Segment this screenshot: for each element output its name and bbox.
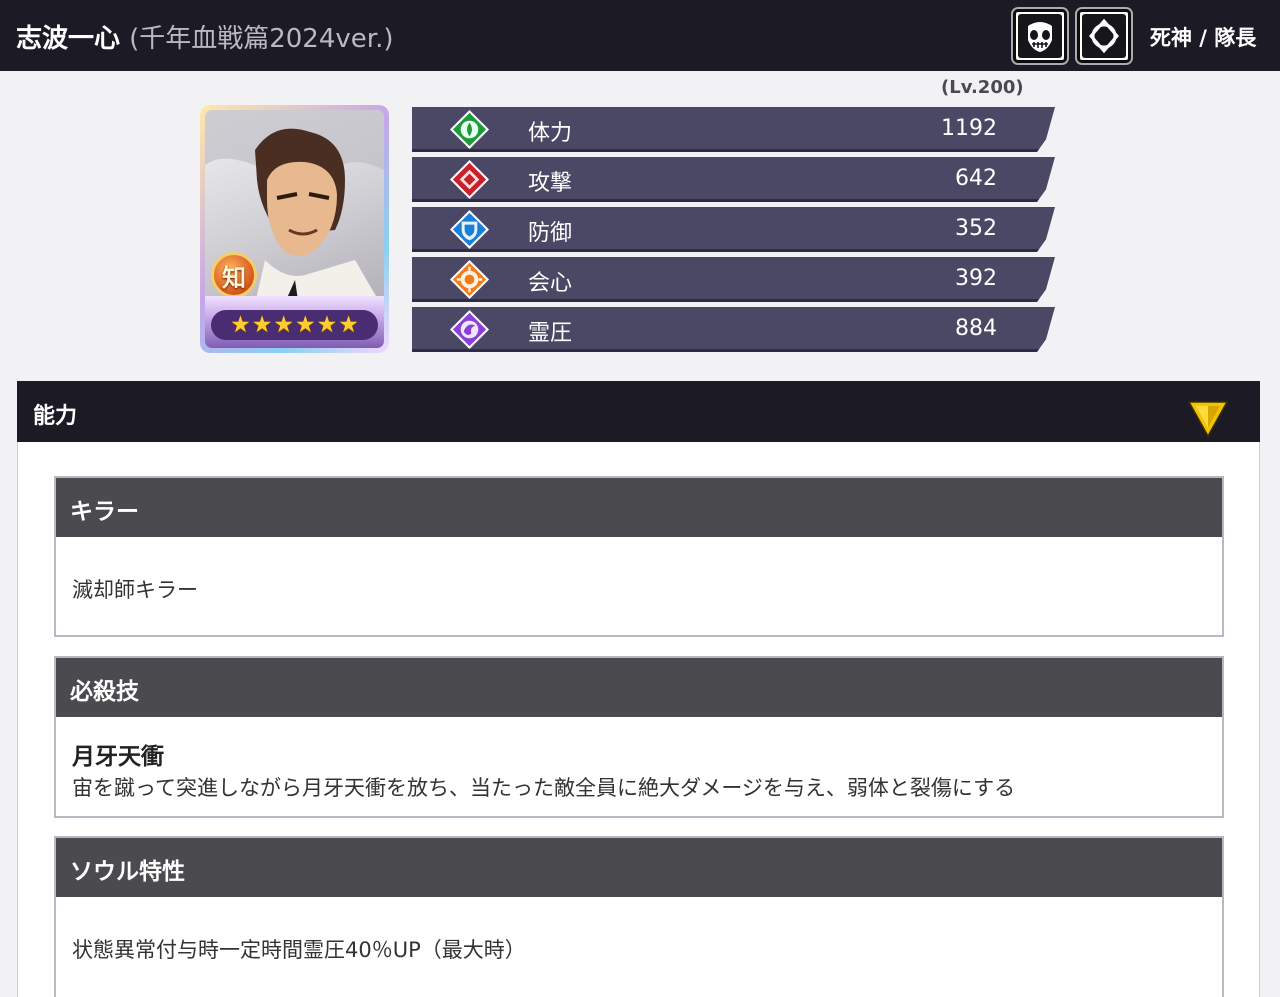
- soul-trait-card: ソウル特性 状態異常付与時一定時間霊圧40％UP（最大時）: [54, 836, 1224, 997]
- attribute-badge: 知: [211, 252, 257, 298]
- soul-ring-icon[interactable]: [1077, 9, 1131, 63]
- star-icon: ★: [251, 311, 273, 338]
- ability-section-title: 能力: [33, 404, 78, 429]
- stat-label: 攻撃: [528, 171, 573, 196]
- special-attack-heading: 必殺技: [70, 679, 139, 705]
- defense-icon: [449, 209, 490, 250]
- reiatsu-icon: [449, 309, 490, 350]
- character-portrait[interactable]: 知 ★ ★ ★ ★ ★ ★: [200, 105, 389, 353]
- special-attack-description: 宙を蹴って突進しながら月牙天衝を放ち、当たった敵全員に絶大ダメージを与え、弱体と…: [72, 776, 1016, 800]
- class-label: 死神 / 隊長: [1150, 26, 1257, 50]
- critical-icon: [449, 259, 490, 300]
- stat-value: 1192: [941, 116, 997, 141]
- star-icon: ★: [273, 311, 294, 338]
- stat-value: 392: [955, 266, 997, 291]
- killer-card-header: キラー: [56, 478, 1222, 537]
- hp-icon: [449, 109, 490, 150]
- character-name: 志波一心: [16, 24, 121, 54]
- stat-label: 霊圧: [528, 321, 573, 346]
- soul-trait-heading: ソウル特性: [70, 859, 185, 885]
- character-title: 志波一心 (千年血戦篇2024ver.): [16, 18, 393, 55]
- stat-value: 884: [955, 316, 997, 341]
- character-version: (千年血戦篇2024ver.): [129, 24, 394, 54]
- killer-heading: キラー: [70, 499, 139, 525]
- special-attack-card-header: 必殺技: [56, 658, 1222, 717]
- killer-card: キラー 滅却師キラー: [54, 476, 1224, 637]
- collapse-triangle-icon[interactable]: [1188, 401, 1228, 437]
- star-icon: ★: [316, 311, 338, 338]
- special-attack-name: 月牙天衝: [72, 744, 164, 770]
- stat-row-hp: 体力 1192: [412, 107, 1055, 152]
- star-icon: ★: [230, 311, 251, 338]
- stat-label: 会心: [528, 271, 573, 296]
- rarity-band: ★ ★ ★ ★ ★ ★: [205, 296, 384, 348]
- stat-value: 642: [955, 166, 997, 191]
- star-icon: ★: [338, 311, 359, 338]
- character-header: 志波一心 (千年血戦篇2024ver.) 死神 / 隊長: [0, 0, 1280, 71]
- killer-text: 滅却師キラー: [72, 578, 198, 602]
- soul-trait-card-header: ソウル特性: [56, 838, 1222, 897]
- star-icon: ★: [295, 311, 316, 338]
- ability-section-header[interactable]: 能力: [17, 381, 1260, 442]
- stat-row-critical: 会心 392: [412, 257, 1055, 302]
- special-attack-card: 必殺技 月牙天衝 宙を蹴って突進しながら月牙天衝を放ち、当たった敵全員に絶大ダメ…: [54, 656, 1224, 818]
- stat-row-defense: 防御 352: [412, 207, 1055, 252]
- hollow-mask-icon[interactable]: [1013, 9, 1067, 63]
- soul-trait-text: 状態異常付与時一定時間霊圧40％UP（最大時）: [72, 938, 526, 962]
- stat-value: 352: [955, 216, 997, 241]
- stat-row-attack: 攻撃 642: [412, 157, 1055, 202]
- rarity-stars: ★ ★ ★ ★ ★ ★: [211, 310, 378, 340]
- stat-label: 防御: [528, 221, 573, 246]
- attack-icon: [449, 159, 490, 200]
- level-label: (Lv.200): [941, 77, 1024, 98]
- stat-label: 体力: [528, 121, 573, 146]
- stat-row-reiatsu: 霊圧 884: [412, 307, 1055, 352]
